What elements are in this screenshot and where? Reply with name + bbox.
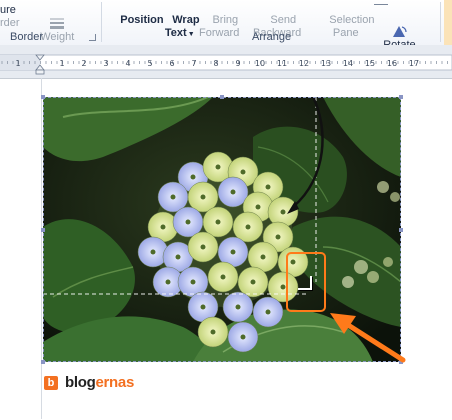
- selection-frame: [43, 97, 401, 362]
- resize-handle-top-left[interactable]: [41, 95, 45, 99]
- position-label: Position: [120, 14, 164, 26]
- ruler-number: 16: [387, 59, 397, 68]
- ribbon: ure rder Weight ▼ Border Position ▼ Wrap…: [0, 0, 452, 63]
- crop-handle-highlight: [286, 252, 326, 312]
- wrap-text-dropdown-icon: ▼: [187, 31, 195, 38]
- ruler-number: 6: [169, 59, 174, 68]
- selection-pane-label: Selection Pane: [329, 14, 375, 39]
- ruler-number: 4: [125, 59, 130, 68]
- weight-label: Weight: [40, 31, 75, 43]
- align-icon[interactable]: [374, 0, 388, 5]
- ruler-number: 11: [277, 59, 287, 68]
- ruler-number: 3: [103, 59, 108, 68]
- arrange-group-label: Arrange: [252, 31, 292, 43]
- ruler-number: 5: [147, 59, 152, 68]
- logo-word-part2: ernas: [95, 374, 134, 391]
- group-separator: [101, 2, 102, 42]
- ruler-number: 14: [343, 59, 353, 68]
- ruler-number: 15: [365, 59, 375, 68]
- left-indent-marker[interactable]: [35, 69, 45, 75]
- resize-handle-top[interactable]: [220, 95, 224, 99]
- border-group-label: Border: [10, 31, 44, 43]
- ruler-number: 9: [235, 59, 240, 68]
- ruler-number: 8: [213, 59, 218, 68]
- page-left-edge: [41, 78, 42, 419]
- ruler-number: 12: [299, 59, 309, 68]
- ruler-number: 2: [81, 59, 86, 68]
- ruler-number: 17: [409, 59, 419, 68]
- ruler-area: 1 1 2 3 4 5 6 7 8 9 10 11 12 13 14 15 16 17: [0, 45, 452, 78]
- picture-border-partial-label[interactable]: ure: [0, 4, 16, 17]
- next-group-edge: [444, 0, 452, 45]
- border-dialog-launcher-icon[interactable]: [89, 34, 96, 41]
- resize-handle-right[interactable]: [399, 228, 403, 232]
- horizontal-ruler[interactable]: 1 1 2 3 4 5 6 7 8 9 10 11 12 13 14 15 16 17: [0, 45, 452, 78]
- blogernas-wordmark: blogernas: [65, 374, 134, 392]
- ruler-number: 7: [191, 59, 196, 68]
- ruler-number: 1: [15, 59, 20, 68]
- resize-handle-left[interactable]: [41, 228, 45, 232]
- resize-handle-bottom-right[interactable]: [399, 360, 403, 364]
- ruler-number: 13: [321, 59, 331, 68]
- resize-handle-bottom-left[interactable]: [41, 360, 45, 364]
- bring-forward-label: Bring Forward: [199, 14, 240, 39]
- resize-handle-top-right[interactable]: [399, 95, 403, 99]
- logo-word-part1: blog: [65, 374, 96, 391]
- rotate-icon: [393, 26, 408, 37]
- line-weight-icon: [50, 18, 65, 29]
- ruler-number: 10: [255, 59, 265, 68]
- ruler-number: 1: [59, 59, 64, 68]
- border-partial-label: rder: [0, 17, 20, 29]
- blogernas-logo-icon: b: [44, 376, 58, 390]
- group-separator: [440, 2, 441, 42]
